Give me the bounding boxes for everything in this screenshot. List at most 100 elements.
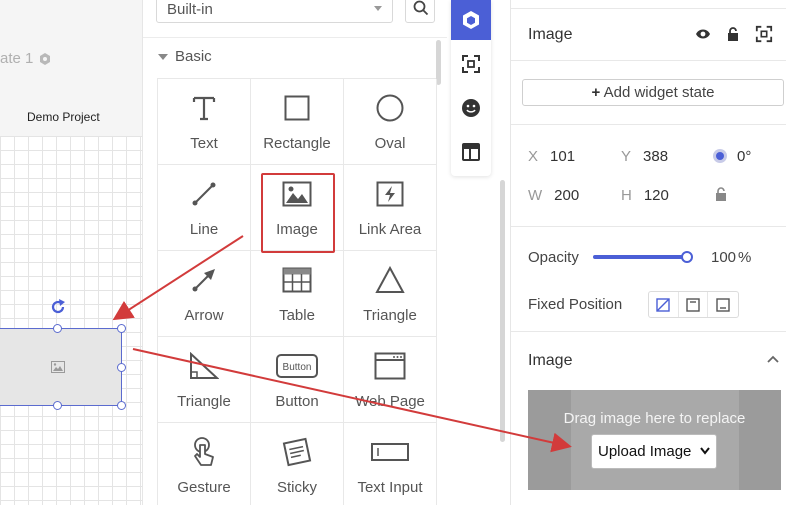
gesture-icon [194, 437, 214, 466]
chevron-down-icon [700, 447, 710, 455]
widget-right-triangle[interactable]: Triangle [158, 337, 251, 423]
opacity-label: Opacity [528, 249, 579, 266]
rectangle-icon [284, 95, 310, 121]
aspect-lock-icon[interactable] [715, 187, 727, 201]
library-search-button[interactable] [405, 0, 435, 23]
add-widget-state-button[interactable]: + Add widget state [522, 79, 784, 106]
components-tab[interactable] [451, 44, 491, 84]
opacity-value[interactable]: 100% [711, 249, 751, 266]
divider [511, 8, 786, 9]
h-value[interactable]: 120 [644, 187, 669, 204]
eye-icon[interactable] [695, 28, 711, 40]
widget-oval[interactable]: Oval [344, 79, 437, 165]
resize-handle-middle-right[interactable] [117, 363, 126, 372]
upload-image-select[interactable]: Upload Image [591, 434, 717, 469]
divider [511, 226, 786, 227]
widget-label: Image [276, 221, 318, 238]
unlock-icon[interactable] [727, 27, 739, 41]
fixed-none-button[interactable] [649, 292, 679, 317]
collapse-triangle-icon [158, 53, 168, 60]
settings-hex-icon[interactable] [39, 52, 51, 65]
rotation-field[interactable]: 0° [737, 148, 751, 165]
fixed-bottom-button[interactable] [708, 292, 738, 317]
layout-icon [462, 143, 480, 161]
tool-strip [451, 0, 491, 176]
fixed-position-label: Fixed Position [528, 296, 623, 313]
no-fix-icon [656, 297, 671, 312]
upload-image-label: Upload Image [598, 443, 692, 460]
panel-scrollbar[interactable] [500, 180, 505, 442]
widget-label: Text Input [357, 479, 423, 496]
widget-button[interactable]: Button Button [251, 337, 344, 423]
x-field[interactable]: X 101 [528, 148, 575, 165]
resize-handle-bottom-middle[interactable] [53, 401, 62, 410]
widget-library: Built-in Basic Text Rectangle Oval Line … [142, 0, 447, 505]
chevron-up-icon[interactable] [767, 355, 779, 363]
widget-link-area[interactable]: Link Area [344, 165, 437, 251]
widget-table[interactable]: Table [251, 251, 344, 337]
widget-label: Oval [374, 135, 406, 152]
image-placeholder-icon [51, 361, 65, 373]
rotation-value[interactable]: 0° [737, 148, 751, 165]
icons-tab[interactable] [451, 88, 491, 128]
fit-icon[interactable] [755, 25, 773, 43]
image-dropzone[interactable]: Drag image here to replace Upload Image [528, 390, 781, 490]
widget-rectangle[interactable]: Rectangle [251, 79, 344, 165]
fix-bottom-icon [716, 297, 730, 312]
resize-handle-bottom-right[interactable] [117, 401, 126, 410]
opacity-slider-thumb[interactable] [681, 251, 693, 263]
fixed-position-options [648, 291, 739, 318]
button-icon: Button [276, 354, 318, 378]
right-triangle-icon [190, 352, 219, 379]
divider [511, 60, 786, 61]
text-icon [192, 96, 216, 121]
widget-label: Triangle [363, 307, 417, 324]
rotate-handle-icon[interactable] [48, 297, 68, 317]
widget-label: Rectangle [263, 135, 331, 152]
widget-label: Arrow [184, 307, 224, 324]
line-icon [192, 182, 216, 206]
templates-tab[interactable] [451, 132, 491, 172]
widget-sticky[interactable]: Sticky [251, 423, 344, 505]
rotation-icon [713, 149, 727, 163]
widget-arrow[interactable]: Arrow [158, 251, 251, 337]
w-value[interactable]: 200 [554, 187, 579, 204]
widget-triangle[interactable]: Triangle [344, 251, 437, 337]
section-basic-header[interactable]: Basic [158, 48, 212, 65]
widget-line[interactable]: Line [158, 165, 251, 251]
widget-text[interactable]: Text [158, 79, 251, 165]
resize-handle-top-right[interactable] [117, 324, 126, 333]
w-field[interactable]: W 200 [528, 187, 579, 204]
resize-handle-top-middle[interactable] [53, 324, 62, 333]
library-source-value: Built-in [167, 1, 213, 18]
table-icon [282, 267, 312, 293]
divider [143, 37, 447, 38]
y-value[interactable]: 388 [643, 148, 668, 165]
state-label[interactable]: ate 1 [0, 50, 51, 67]
triangle-icon [375, 266, 405, 293]
search-icon [413, 0, 429, 16]
canvas-grid[interactable] [0, 136, 142, 505]
widget-label: Web Page [355, 393, 425, 410]
widget-image[interactable]: Image [251, 165, 344, 253]
link-area-icon [376, 181, 404, 207]
components-icon [462, 55, 480, 73]
state-name: ate 1 [0, 50, 34, 67]
fixed-top-button[interactable] [679, 292, 709, 317]
panel-title: Image [528, 26, 573, 43]
widget-label: Triangle [177, 393, 231, 410]
image-widget-on-canvas[interactable] [0, 328, 122, 406]
library-source-select[interactable]: Built-in [156, 0, 393, 23]
widget-gesture[interactable]: Gesture [158, 423, 251, 505]
arrow-icon [192, 269, 215, 292]
widget-web-page[interactable]: Web Page [344, 337, 437, 423]
h-field[interactable]: H 120 [621, 187, 669, 204]
widget-text-input[interactable]: Text Input [344, 423, 437, 505]
opacity-slider-track[interactable] [593, 255, 688, 259]
plus-icon: + [591, 84, 601, 101]
canvas-area[interactable]: ate 1 Demo Project [0, 0, 142, 505]
divider [511, 124, 786, 125]
widgets-tab[interactable] [451, 0, 491, 40]
y-field[interactable]: Y 388 [621, 148, 668, 165]
x-value[interactable]: 101 [550, 148, 575, 165]
